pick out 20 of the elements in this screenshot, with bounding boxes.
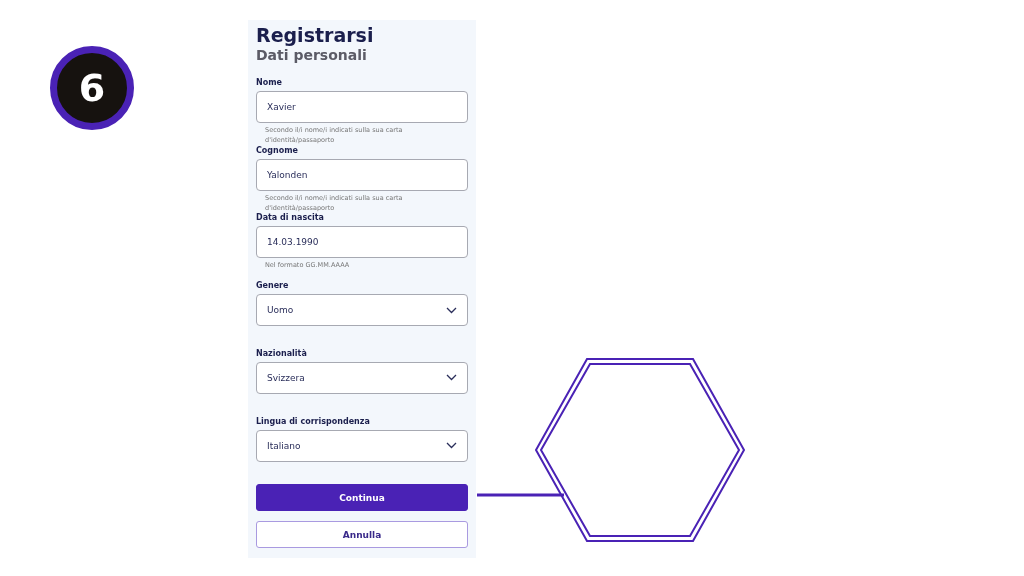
dropdown-field[interactable]: Italiano (256, 429, 468, 462)
field-label: Nome (256, 78, 283, 88)
form-subtitle: Dati personali (256, 46, 368, 64)
field-label: Data di nascita (256, 213, 325, 224)
dropdown-field[interactable]: Svizzera (256, 361, 468, 394)
continue-button[interactable]: Continua (256, 484, 468, 512)
chevron-down-icon (446, 442, 457, 449)
field-label: Nazionalità (256, 348, 308, 359)
form-title: Registrarsi (256, 24, 375, 46)
field-label: Cognome (256, 145, 300, 156)
input-field[interactable]: 14.03.1990 (256, 226, 468, 259)
cancel-button[interactable]: Annulla (256, 521, 468, 549)
chevron-down-icon (446, 306, 457, 314)
field-label: Lingua di corrispondenza (256, 416, 371, 427)
input-field[interactable]: Xavier (256, 91, 468, 123)
dropdown-field[interactable]: Uomo (256, 294, 468, 327)
field-label: Genere (256, 281, 290, 292)
chevron-down-icon (446, 374, 457, 382)
step-number-badge: 6 (50, 46, 134, 130)
input-field[interactable]: Yalonden (256, 158, 468, 191)
